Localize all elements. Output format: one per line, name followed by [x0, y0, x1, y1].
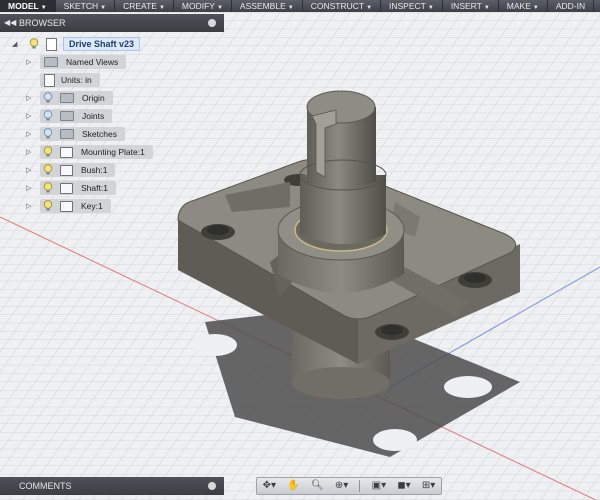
- menu-add-in[interactable]: ADD-IN: [548, 0, 595, 12]
- lightbulb-off-icon[interactable]: [42, 110, 54, 122]
- menu-sketch[interactable]: SKETCH ▼: [56, 0, 116, 12]
- expand-right-icon[interactable]: ▷: [26, 166, 34, 174]
- menu-construct[interactable]: CONSTRUCT ▼: [303, 0, 382, 12]
- menu-inspect[interactable]: INSPECT ▼: [381, 0, 443, 12]
- lightbulb-icon[interactable]: [42, 182, 54, 194]
- display-style-icon[interactable]: ▣▾: [372, 478, 386, 494]
- lightbulb-icon[interactable]: [42, 164, 54, 176]
- tree-item-sketches[interactable]: ▷ Sketches: [26, 127, 125, 141]
- folder-icon: [60, 111, 74, 121]
- expand-right-icon[interactable]: ▷: [26, 184, 34, 192]
- menu-model[interactable]: MODEL ▼: [0, 0, 56, 12]
- browser-title: BROWSER: [19, 18, 66, 28]
- expand-right-icon[interactable]: ▷: [26, 112, 34, 120]
- folder-icon: [60, 129, 74, 139]
- tree-item-joints[interactable]: ▷ Joints: [26, 109, 113, 123]
- menu-modify[interactable]: MODIFY ▼: [174, 0, 232, 12]
- component-icon: [60, 182, 73, 194]
- browser-panel: ◀◀ BROWSER: [0, 14, 224, 32]
- folder-icon: [60, 93, 74, 103]
- expand-right-icon[interactable]: ▷: [26, 130, 34, 138]
- top-menu-bar: MODEL ▼ SKETCH ▼ CREATE ▼ MODIFY ▼ ASSEMBLE ▼…: [0, 0, 600, 12]
- comments-title: COMMENTS: [19, 481, 72, 491]
- document-icon: [46, 37, 57, 51]
- menu-insert[interactable]: INSERT ▼: [443, 0, 499, 12]
- pan-hand-icon[interactable]: ✋: [287, 478, 299, 494]
- lightbulb-icon[interactable]: [28, 38, 40, 50]
- document-title[interactable]: Drive Shaft v23: [63, 37, 141, 51]
- menu-assemble[interactable]: ASSEMBLE ▼: [232, 0, 303, 12]
- zoom-window-icon[interactable]: ⊕▾: [335, 478, 348, 494]
- component-icon: [60, 164, 73, 176]
- tree-item-named-views[interactable]: ▷ Named Views: [26, 55, 127, 69]
- expand-right-icon[interactable]: ▷: [26, 202, 34, 210]
- component-icon: [60, 146, 73, 158]
- expand-down-icon[interactable]: ◢: [12, 40, 20, 48]
- navigation-toolbar: ✥▾ ✋ 🔍︎ ⊕▾ ▣▾ ◼▾ ⊞▾: [256, 477, 442, 495]
- expand-right-icon[interactable]: ▷: [26, 148, 34, 156]
- tree-item-units[interactable]: Units: in: [26, 73, 100, 87]
- browser-header: ◀◀ BROWSER: [0, 14, 224, 32]
- lightbulb-off-icon[interactable]: [42, 128, 54, 140]
- zoom-icon[interactable]: 🔍︎: [311, 478, 324, 494]
- lightbulb-icon[interactable]: [42, 146, 54, 158]
- grid-icon[interactable]: ⊞▾: [422, 478, 435, 494]
- expand-right-icon[interactable]: ▷: [26, 58, 34, 66]
- tree-item-bush[interactable]: ▷ Bush:1: [26, 163, 116, 177]
- lightbulb-icon[interactable]: [42, 200, 54, 212]
- comments-panel[interactable]: COMMENTS: [0, 477, 224, 495]
- toolbar-divider: [359, 480, 361, 492]
- folder-icon: [44, 57, 58, 67]
- lightbulb-off-icon[interactable]: [42, 92, 54, 104]
- component-icon: [60, 200, 73, 212]
- tree-item-origin[interactable]: ▷ Origin: [26, 91, 113, 105]
- tree-root[interactable]: ◢ Drive Shaft v23: [12, 37, 141, 51]
- tree-item-mounting-plate[interactable]: ▷ Mounting Plate:1: [26, 145, 153, 159]
- tree-item-key[interactable]: ▷ Key:1: [26, 199, 111, 213]
- menu-make[interactable]: MAKE ▼: [499, 0, 548, 12]
- pin-icon[interactable]: [208, 19, 216, 27]
- document-icon: [44, 73, 55, 87]
- tree-item-shaft[interactable]: ▷ Shaft:1: [26, 181, 116, 195]
- pin-icon[interactable]: [208, 482, 216, 490]
- visual-style-icon[interactable]: ◼▾: [397, 478, 410, 494]
- orbit-icon[interactable]: ✥▾: [263, 478, 276, 494]
- expand-right-icon[interactable]: ▷: [26, 94, 34, 102]
- menu-create[interactable]: CREATE ▼: [115, 0, 174, 12]
- collapse-icon[interactable]: ◀◀: [4, 14, 16, 32]
